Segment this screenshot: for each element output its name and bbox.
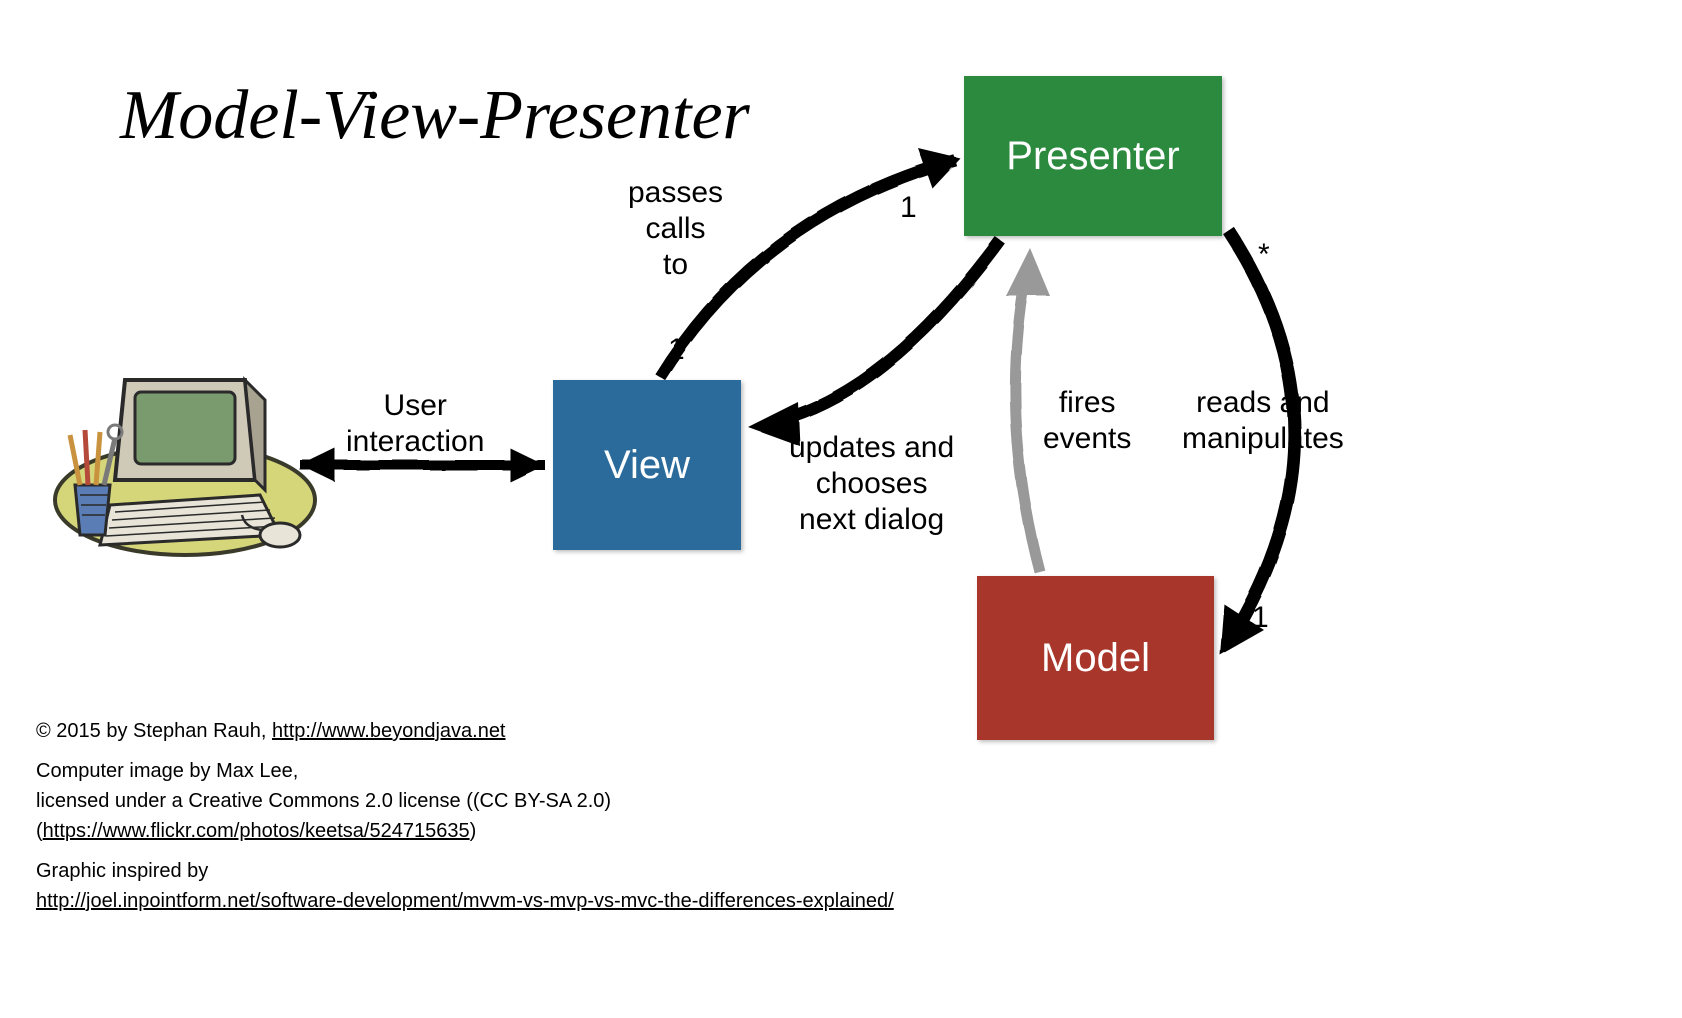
label-updates-chooses: updates and chooses next dialog bbox=[789, 430, 954, 538]
label-reads-manipulates: reads and manipulates bbox=[1182, 385, 1344, 457]
diagram-title: Model-View-Presenter bbox=[120, 76, 750, 156]
copyright-text: © 2015 by Stephan Rauh, bbox=[36, 720, 272, 742]
label-fires-events: fires events bbox=[1043, 385, 1131, 457]
label-user-interaction: User interaction bbox=[346, 388, 484, 460]
inspired-prefix: Graphic inspired by bbox=[36, 858, 894, 884]
image-link-prefix: ( bbox=[36, 820, 43, 842]
view-box: View bbox=[553, 380, 741, 550]
image-credit-line1: Computer image by Max Lee, bbox=[36, 758, 894, 784]
credits-block: © 2015 by Stephan Rauh, http://www.beyon… bbox=[36, 718, 894, 918]
copyright-link[interactable]: http://www.beyondjava.net bbox=[272, 720, 505, 742]
label-passes-calls-to: passes calls to bbox=[628, 175, 723, 283]
computer-icon bbox=[30, 350, 320, 565]
cardinality-view-presenter-presenter: 1 bbox=[900, 190, 917, 226]
cardinality-view-presenter-view: 1 bbox=[668, 332, 685, 368]
image-credit-link[interactable]: https://www.flickr.com/photos/keetsa/524… bbox=[43, 820, 470, 842]
image-credit-line2: licensed under a Creative Commons 2.0 li… bbox=[36, 788, 894, 814]
presenter-box: Presenter bbox=[964, 76, 1222, 236]
cardinality-presenter-model-model: 1 bbox=[1252, 600, 1269, 636]
image-link-suffix: ) bbox=[470, 820, 477, 842]
arrow-presenter-view bbox=[748, 240, 1000, 446]
model-box: Model bbox=[977, 576, 1214, 740]
inspired-link[interactable]: http://joel.inpointform.net/software-dev… bbox=[36, 890, 894, 912]
cardinality-presenter-model-presenter: * bbox=[1258, 237, 1270, 273]
